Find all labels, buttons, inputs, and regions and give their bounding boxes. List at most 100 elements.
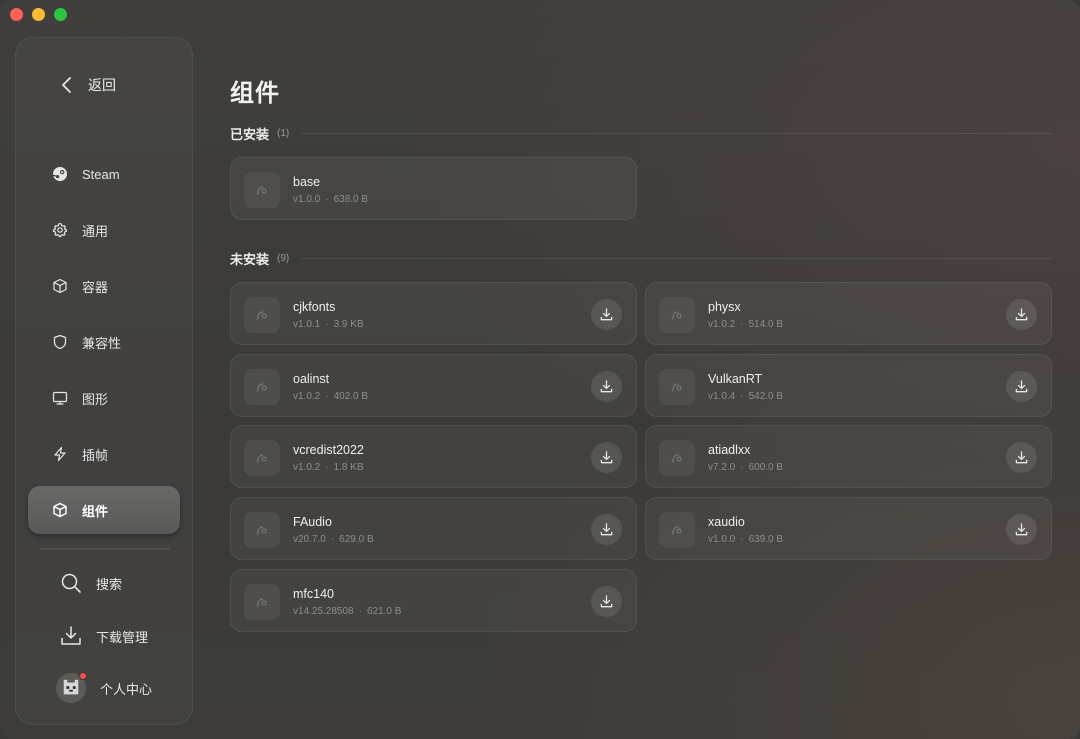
component-size: 1.8 KB (333, 462, 364, 474)
component-thumbnail (659, 297, 695, 333)
component-name: VulkanRT (708, 371, 763, 386)
download-icon (600, 379, 613, 392)
placeholder-image-icon (256, 311, 267, 320)
download-icon (1015, 308, 1028, 321)
meta-separator: · (325, 462, 329, 474)
component-meta: v1.0.2 · 514.0 B (708, 319, 783, 330)
meta-separator: · (740, 534, 744, 546)
component-name: oalinst (293, 371, 330, 386)
box-icon (53, 278, 67, 294)
sidebar-item-label: 插帧 (82, 447, 109, 463)
component-thumbnail (244, 583, 280, 620)
sidebar-item-label: 容器 (82, 279, 109, 295)
sidebar-item-compatibility[interactable]: 兼容性 (28, 318, 180, 366)
download-icon (1015, 523, 1028, 536)
component-size: 629.0 B (339, 534, 374, 546)
sidebar-item-frame-interpolation[interactable]: 插帧 (28, 430, 180, 478)
component-meta: v14.25.28508 · 621.0 B (293, 606, 401, 617)
sidebar-item-general[interactable]: 通用 (28, 206, 180, 254)
placeholder-image-icon (671, 454, 682, 463)
placeholder-image-icon (256, 383, 267, 392)
component-size: 638.0 B (333, 194, 369, 205)
placeholder-image-icon (671, 526, 682, 535)
download-button[interactable] (1006, 442, 1037, 474)
component-meta: v1.0.2 · 1.8 KB (293, 462, 364, 473)
profile-label: 个人中心 (100, 681, 153, 697)
minimize-window-button[interactable] (32, 8, 45, 21)
download-button[interactable] (591, 299, 622, 330)
back-button[interactable]: 返回 (60, 75, 116, 95)
component-name: mfc140 (293, 586, 334, 601)
component-size: 621.0 B (366, 605, 402, 617)
download-button[interactable] (1006, 370, 1037, 402)
component-card[interactable]: base v1.0.0 · 638.0 B (230, 157, 637, 220)
sidebar-item-components[interactable]: 组件 (28, 486, 180, 534)
component-thumbnail (244, 368, 280, 405)
component-thumbnail (244, 440, 280, 477)
meta-separator: · (358, 605, 362, 617)
download-icon (1015, 451, 1028, 464)
sidebar-item-label: 兼容性 (82, 335, 122, 351)
component-card[interactable]: atiadlxx v7.2.0 · 600.0 B (645, 425, 1052, 489)
download-button[interactable] (591, 442, 622, 474)
meta-separator: · (330, 534, 335, 546)
app-window: 返回 Steam 通用 容器 兼容性 图形 插帧 组件 搜索 下载管理 个人中心… (0, 0, 1080, 739)
pixel-cat-avatar-icon (63, 679, 79, 695)
component-card[interactable]: VulkanRT v1.0.4 · 542.0 B (645, 353, 1052, 417)
download-button[interactable] (1006, 514, 1037, 546)
placeholder-image-icon (671, 383, 682, 392)
component-meta: v1.0.0 · 639.0 B (708, 534, 783, 545)
sidebar-item-graphics[interactable]: 图形 (28, 374, 180, 422)
component-size: 3.9 KB (333, 319, 364, 330)
component-card[interactable]: mfc140 v14.25.28508 · 621.0 B (230, 568, 637, 632)
component-card[interactable]: oalinst v1.0.2 · 402.0 B (230, 353, 637, 417)
component-card[interactable]: physx v1.0.2 · 514.0 B (645, 282, 1052, 345)
sidebar-item-steam[interactable]: Steam (28, 150, 180, 198)
placeholder-image-icon (256, 598, 267, 607)
download-icon (1015, 379, 1028, 392)
maximize-window-button[interactable] (54, 8, 67, 21)
not-installed-section-title: 未安装 (230, 252, 270, 267)
download-button[interactable] (591, 585, 622, 617)
meta-separator: · (325, 319, 329, 330)
search-icon (61, 573, 81, 593)
component-card[interactable]: vcredist2022 v1.0.2 · 1.8 KB (230, 425, 637, 489)
component-meta: v20.7.0 · 629.0 B (293, 534, 374, 545)
component-size: 639.0 B (748, 534, 784, 546)
component-card[interactable]: FAudio v20.7.0 · 629.0 B (230, 497, 637, 561)
not-installed-count: (9) (277, 253, 290, 264)
download-button[interactable] (591, 370, 622, 402)
installed-section-title: 已安装 (230, 127, 270, 142)
component-version: v1.0.1 (293, 319, 321, 330)
avatar (56, 672, 87, 703)
component-name: atiadlxx (708, 443, 751, 458)
sidebar-item-label: Steam (82, 166, 120, 182)
meta-separator: · (740, 390, 744, 402)
download-icon (600, 451, 613, 464)
component-version: v1.0.2 (708, 319, 736, 330)
downloads-button[interactable]: 下载管理 (60, 625, 148, 647)
close-window-button[interactable] (10, 8, 23, 21)
component-version: v7.2.0 (708, 462, 736, 474)
sidebar-item-container[interactable]: 容器 (28, 262, 180, 310)
component-card[interactable]: xaudio v1.0.0 · 639.0 B (645, 497, 1052, 561)
search-button[interactable]: 搜索 (60, 572, 122, 594)
component-thumbnail (244, 297, 280, 333)
placeholder-image-icon (256, 526, 267, 535)
download-tray-icon (61, 626, 81, 645)
profile-button[interactable]: 个人中心 (56, 672, 153, 703)
component-thumbnail (659, 512, 695, 549)
lightning-icon (54, 446, 66, 462)
download-icon (600, 308, 613, 321)
download-button[interactable] (591, 514, 622, 546)
component-version: v1.0.2 (293, 462, 321, 474)
download-button[interactable] (1006, 299, 1037, 330)
meta-separator: · (325, 194, 329, 205)
component-meta: v1.0.1 · 3.9 KB (293, 319, 364, 330)
download-icon (600, 523, 613, 536)
placeholder-image-icon (256, 454, 267, 463)
placeholder-image-icon (671, 311, 682, 320)
component-card[interactable]: cjkfonts v1.0.1 · 3.9 KB (230, 282, 637, 345)
component-version: v1.0.2 (293, 390, 321, 402)
component-size: 402.0 B (333, 390, 369, 402)
